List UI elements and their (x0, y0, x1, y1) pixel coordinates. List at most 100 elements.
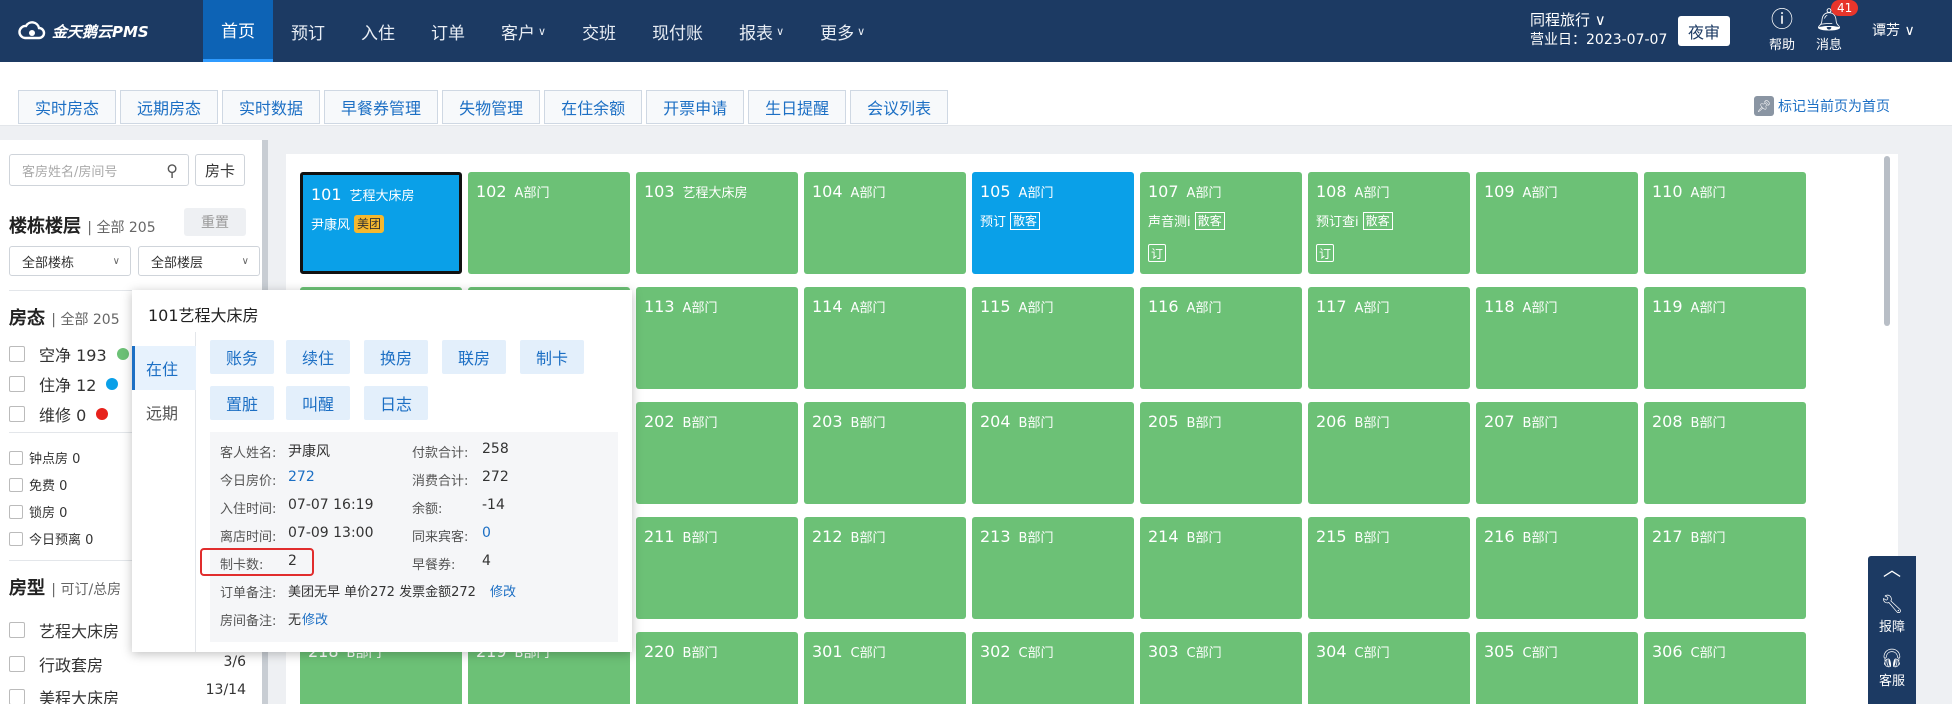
room-tile[interactable]: 109 A部门 (1476, 172, 1638, 274)
tab-breakfast-coupons[interactable]: 早餐券管理 (324, 90, 439, 124)
room-type-item[interactable]: 行政套房 (9, 652, 103, 676)
set-dirty-button[interactable]: 置脏 (210, 386, 274, 420)
nav-cash-account[interactable]: 现付账 (634, 0, 721, 62)
room-tile[interactable]: 303 C部门 (1140, 632, 1302, 704)
room-tile[interactable]: 302 C部门 (972, 632, 1134, 704)
room-tile[interactable]: 104 A部门 (804, 172, 966, 274)
nav-customers[interactable]: 客户 ∨ (483, 0, 564, 62)
room-tile[interactable]: 117 A部门 (1308, 287, 1470, 389)
extend-stay-button[interactable]: 续住 (286, 340, 350, 374)
room-tile[interactable]: 101 艺程大床房 尹康风 美团 (300, 172, 462, 274)
room-tile[interactable]: 105 A部门 预订 散客 (972, 172, 1134, 274)
tab-realtime-room-status[interactable]: 实时房态 (18, 90, 117, 124)
help-button[interactable]: ⓘ 帮助 (1762, 8, 1802, 53)
search-input[interactable]: 客房姓名/房间号 ⚲ (9, 154, 189, 186)
room-tile[interactable]: 305 C部门 (1476, 632, 1638, 704)
order-note-edit-link[interactable]: 修改 (490, 581, 516, 600)
flag-due-out[interactable]: 今日预离 0 (9, 529, 93, 548)
checkbox[interactable] (9, 477, 23, 492)
reset-button[interactable]: 重置 (184, 208, 246, 236)
checkbox[interactable] (9, 504, 23, 519)
room-tile[interactable]: 215 B部门 (1308, 517, 1470, 619)
bookmark-homepage-link[interactable]: 📌︎ 标记当前页为首页 (1754, 96, 1890, 116)
companions-value[interactable]: 0 (482, 525, 491, 541)
nav-shift[interactable]: 交班 (564, 0, 634, 62)
billing-button[interactable]: 账务 (210, 340, 274, 374)
tab-meeting-list[interactable]: 会议列表 (850, 90, 949, 124)
room-tile[interactable]: 108 A部门 预订查i 散客订 (1308, 172, 1470, 274)
room-tile[interactable]: 103 艺程大床房 (636, 172, 798, 274)
nav-home[interactable]: 首页 (203, 0, 273, 62)
tab-birthday-reminders[interactable]: 生日提醒 (748, 90, 847, 124)
room-tile[interactable]: 107 A部门 声音测i 散客订 (1140, 172, 1302, 274)
today-price-value[interactable]: 272 (288, 469, 315, 485)
room-type-item[interactable]: 艺程大床房 (9, 618, 119, 642)
room-tile[interactable]: 220 B部门 (636, 632, 798, 704)
tab-realtime-data[interactable]: 实时数据 (222, 90, 321, 124)
checkbox[interactable] (9, 656, 25, 672)
change-room-button[interactable]: 换房 (364, 340, 428, 374)
checkbox[interactable] (9, 406, 25, 422)
night-audit-button[interactable]: 夜审 (1678, 16, 1730, 46)
tab-in-house[interactable]: 在住 (132, 346, 196, 390)
room-tile[interactable]: 206 B部门 (1308, 402, 1470, 504)
report-issue-button[interactable]: 🔧︎ 报障 (1868, 594, 1916, 635)
room-tile[interactable]: 301 C部门 (804, 632, 966, 704)
checkbox[interactable] (9, 622, 25, 638)
room-tile[interactable]: 115 A部门 (972, 287, 1134, 389)
nav-checkin[interactable]: 入住 (343, 0, 413, 62)
room-tile[interactable]: 208 B部门 (1644, 402, 1806, 504)
room-tile[interactable]: 118 A部门 (1476, 287, 1638, 389)
make-card-button[interactable]: 制卡 (520, 340, 584, 374)
room-tile[interactable]: 113 A部门 (636, 287, 798, 389)
room-card-button[interactable]: 房卡 (195, 154, 245, 186)
status-vacant-clean[interactable]: 空净 193 (9, 342, 129, 366)
checkbox[interactable] (9, 450, 23, 465)
flag-free[interactable]: 免费 0 (9, 475, 67, 494)
room-note-edit-link[interactable]: 修改 (302, 609, 328, 628)
room-tile[interactable]: 304 C部门 (1308, 632, 1470, 704)
room-tile[interactable]: 216 B部门 (1476, 517, 1638, 619)
tab-lost-and-found[interactable]: 失物管理 (442, 90, 541, 124)
room-tile[interactable]: 116 A部门 (1140, 287, 1302, 389)
tab-future-room-status[interactable]: 远期房态 (120, 90, 219, 124)
room-tile[interactable]: 203 B部门 (804, 402, 966, 504)
room-tile[interactable]: 306 C部门 (1644, 632, 1806, 704)
checkbox[interactable] (9, 376, 25, 392)
status-occupied-clean[interactable]: 住净 12 (9, 372, 119, 396)
room-tile[interactable]: 102 A部门 (468, 172, 630, 274)
room-tile[interactable]: 214 B部门 (1140, 517, 1302, 619)
messages-button[interactable]: 41 🔔︎ 消息 (1809, 0, 1859, 53)
nav-more[interactable]: 更多 ∨ (802, 0, 883, 62)
tab-invoice-requests[interactable]: 开票申请 (646, 90, 745, 124)
tab-future[interactable]: 远期 (132, 390, 196, 434)
status-maintenance[interactable]: 维修 0 (9, 402, 109, 426)
room-tile[interactable]: 212 B部门 (804, 517, 966, 619)
room-tile[interactable]: 110 A部门 (1644, 172, 1806, 274)
link-room-button[interactable]: 联房 (442, 340, 506, 374)
checkbox[interactable] (9, 689, 25, 704)
nav-orders[interactable]: 订单 (413, 0, 483, 62)
flag-hourly[interactable]: 钟点房 0 (9, 448, 80, 467)
floor-select[interactable]: 全部楼层 ∨ (138, 246, 260, 276)
app-logo[interactable]: 金天鹅云PMS (18, 18, 149, 44)
room-tile[interactable]: 119 A部门 (1644, 287, 1806, 389)
room-tile[interactable]: 207 B部门 (1476, 402, 1638, 504)
wake-up-button[interactable]: 叫醒 (286, 386, 350, 420)
room-tile[interactable]: 204 B部门 (972, 402, 1134, 504)
flag-locked[interactable]: 锁房 0 (9, 502, 67, 521)
room-type-item[interactable]: 美程大床房 (9, 685, 119, 704)
room-tile[interactable]: 211 B部门 (636, 517, 798, 619)
scroll-top-button[interactable]: ︿ (1868, 560, 1916, 582)
search-icon[interactable]: ⚲ (166, 161, 178, 180)
room-tile[interactable]: 114 A部门 (804, 287, 966, 389)
room-tile[interactable]: 202 B部门 (636, 402, 798, 504)
log-button[interactable]: 日志 (364, 386, 428, 420)
room-grid-scrollbar[interactable] (1884, 156, 1890, 326)
building-select[interactable]: 全部楼栋 ∨ (9, 246, 131, 276)
checkbox[interactable] (9, 531, 23, 546)
tab-in-house-balance[interactable]: 在住余额 (544, 90, 643, 124)
room-tile[interactable]: 213 B部门 (972, 517, 1134, 619)
hotel-selector[interactable]: 同程旅行 ∨ 营业日：2023-07-07 (1530, 10, 1667, 50)
nav-booking[interactable]: 预订 (273, 0, 343, 62)
